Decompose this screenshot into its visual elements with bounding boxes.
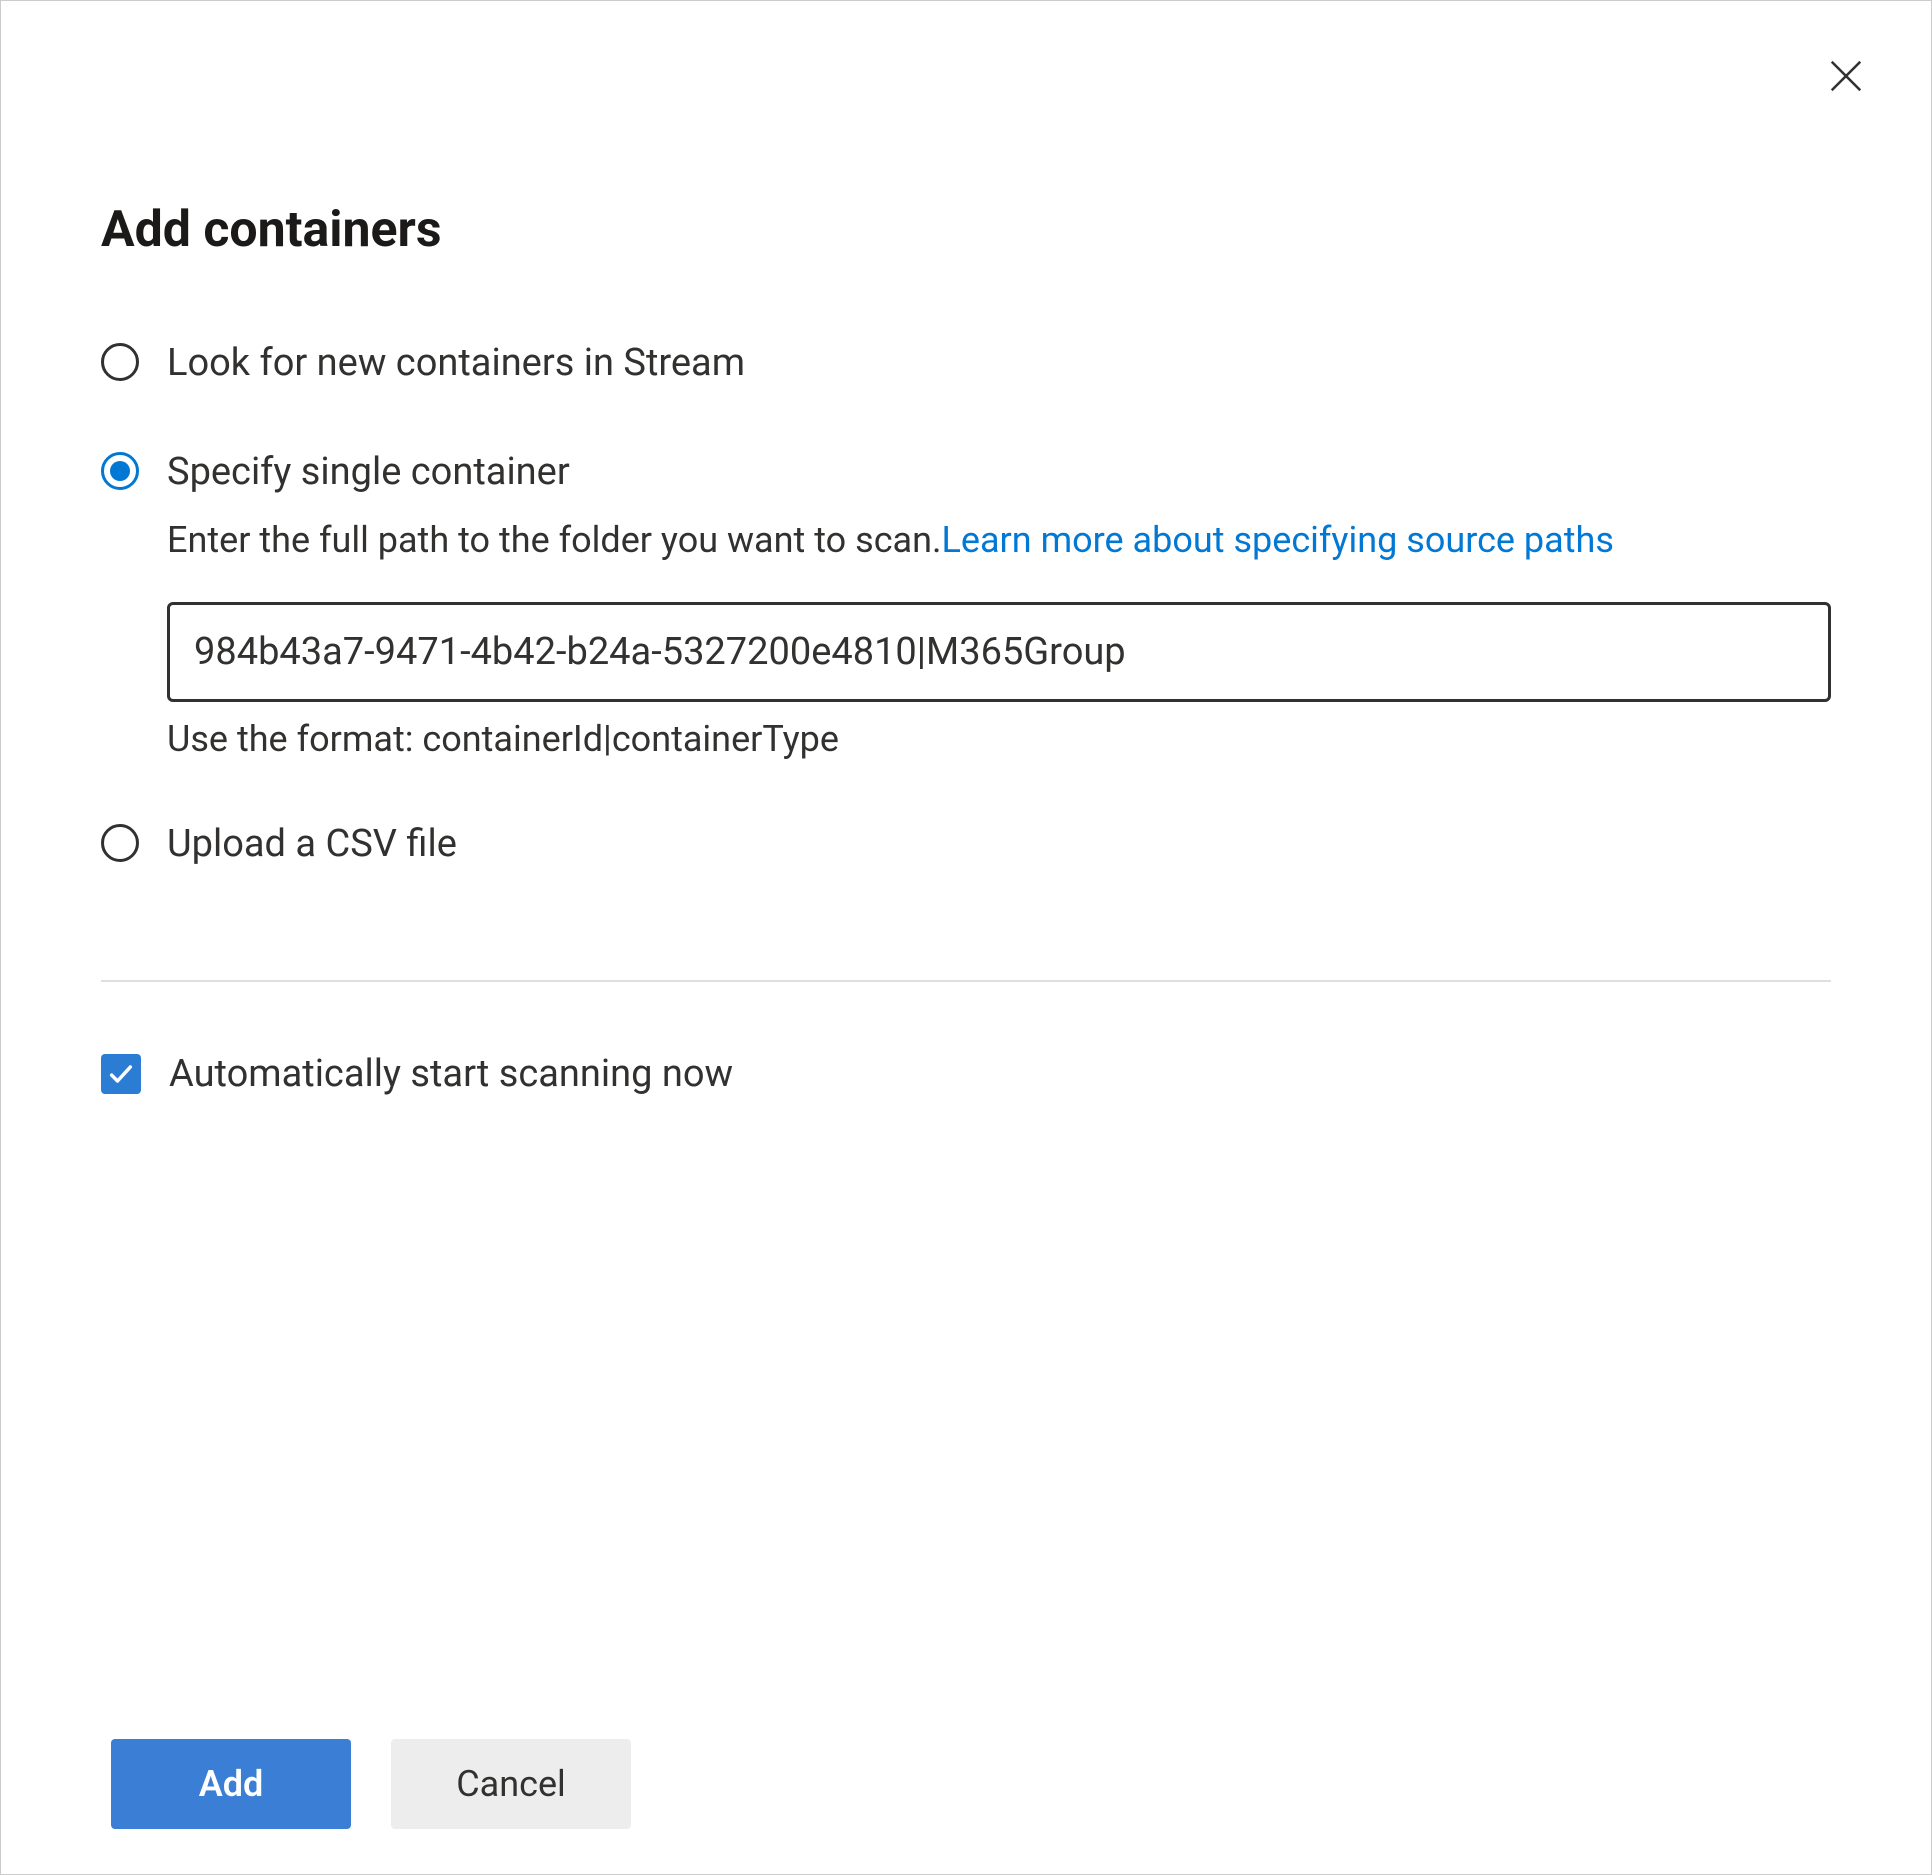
- radio-upload-csv[interactable]: [101, 824, 139, 862]
- auto-scan-label: Automatically start scanning now: [169, 1052, 733, 1096]
- option-upload-csv: Upload a CSV file: [101, 820, 1831, 869]
- close-icon: [1827, 57, 1865, 95]
- checkmark-icon: [107, 1060, 135, 1088]
- source-radio-group: Look for new containers in Stream Specif…: [101, 339, 1831, 870]
- add-button[interactable]: Add: [111, 1739, 351, 1829]
- radio-label-upload-csv: Upload a CSV file: [167, 820, 1831, 869]
- option-specify-single: Specify single container Enter the full …: [101, 448, 1831, 760]
- dialog-title: Add containers: [101, 201, 1831, 259]
- auto-scan-checkbox[interactable]: [101, 1054, 141, 1094]
- radio-look-for-new[interactable]: [101, 343, 139, 381]
- learn-more-link[interactable]: Learn more about specifying source paths: [942, 519, 1614, 561]
- help-text-prefix: Enter the full path to the folder you wa…: [167, 519, 942, 561]
- auto-scan-row: Automatically start scanning now: [101, 1052, 1831, 1096]
- add-containers-dialog: Add containers Look for new containers i…: [0, 0, 1932, 1875]
- close-button[interactable]: [1819, 49, 1873, 103]
- radio-label-specify-single: Specify single container: [167, 448, 1831, 497]
- section-divider: [101, 980, 1831, 982]
- cancel-button[interactable]: Cancel: [391, 1739, 631, 1829]
- container-path-input[interactable]: [167, 602, 1831, 702]
- dialog-footer: Add Cancel: [111, 1739, 631, 1829]
- specify-single-help: Enter the full path to the folder you wa…: [167, 516, 1807, 565]
- radio-specify-single[interactable]: [101, 452, 139, 490]
- container-path-hint: Use the format: containerId|containerTyp…: [167, 718, 1831, 760]
- radio-label-look-for-new: Look for new containers in Stream: [167, 339, 1831, 388]
- option-look-for-new: Look for new containers in Stream: [101, 339, 1831, 388]
